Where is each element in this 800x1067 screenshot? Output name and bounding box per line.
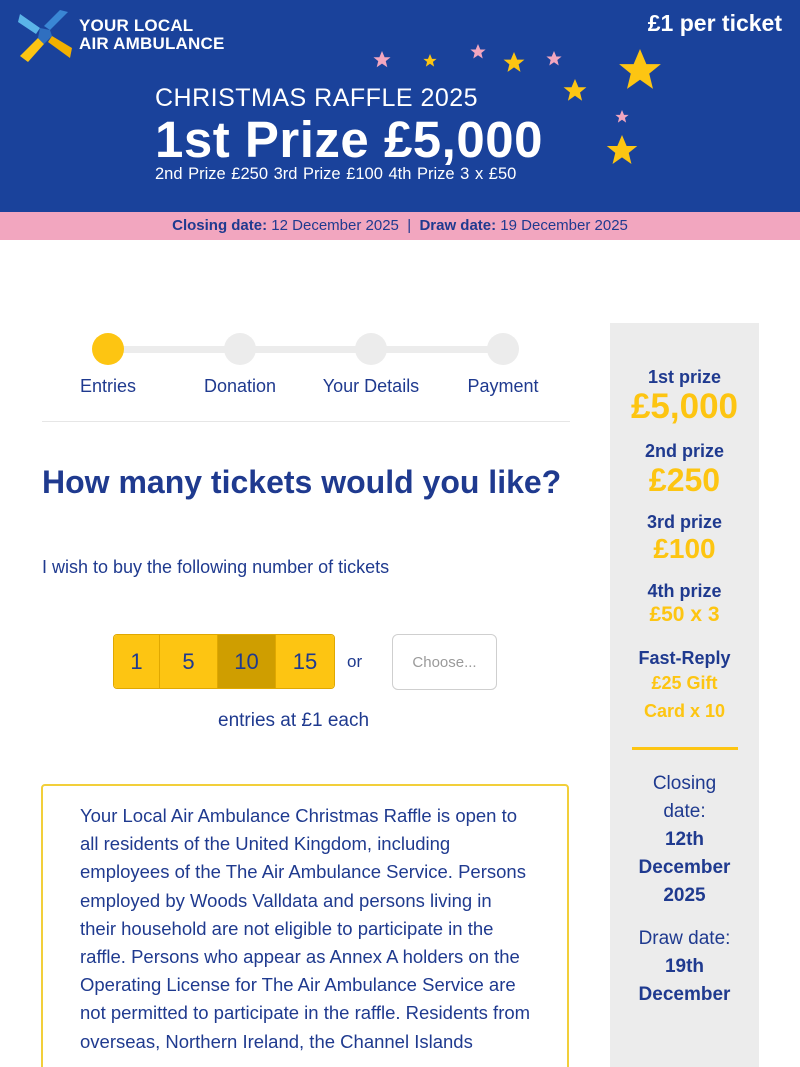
dates-separator: | bbox=[398, 217, 420, 234]
step-donation[interactable]: Donation bbox=[174, 333, 306, 397]
entries-price-note: entries at £1 each bbox=[218, 710, 370, 731]
or-text: or bbox=[347, 652, 363, 671]
step-payment[interactable]: Payment bbox=[437, 333, 569, 397]
tickets-question-heading: How many tickets would you like? bbox=[42, 464, 562, 500]
closing-date-value: 12th December 2025 bbox=[638, 829, 731, 906]
sidebar-divider bbox=[631, 747, 738, 750]
draw-date-value: 19 December 2025 bbox=[496, 217, 628, 234]
second-prize-label: 2nd prize bbox=[644, 441, 724, 461]
terms-box: Your Local Air Ambulance Christmas Raffl… bbox=[41, 784, 569, 1067]
step-label: Payment bbox=[467, 376, 539, 396]
fourth-prize-value: £50 x 3 bbox=[649, 603, 720, 626]
choose-quantity-select[interactable]: Choose... bbox=[392, 634, 497, 690]
third-prize-label: 3rd prize bbox=[646, 512, 723, 532]
step-label: Your Details bbox=[322, 376, 420, 396]
draw-date-label: Draw date: bbox=[638, 928, 731, 949]
first-prize-headline: 1st Prize £5,000 bbox=[155, 111, 543, 168]
ticket-price: £1 per ticket bbox=[647, 10, 782, 36]
quantity-1-button[interactable]: 1 bbox=[114, 635, 160, 688]
quantity-15-button[interactable]: 15 bbox=[276, 635, 334, 688]
step-dot bbox=[355, 333, 387, 365]
first-prize-value: £5,000 bbox=[630, 387, 739, 426]
raffle-title: CHRISTMAS RAFFLE 2025 bbox=[155, 84, 479, 112]
step-label: Donation bbox=[203, 376, 277, 396]
third-prize-value: £100 bbox=[653, 533, 716, 564]
fourth-prize-label: 4th prize bbox=[647, 581, 722, 601]
closing-date-value: 12 December 2025 bbox=[267, 217, 399, 234]
draw-date-label: Draw date: bbox=[419, 217, 497, 234]
dates-strip: Closing date: 12 December 2025 | Draw da… bbox=[0, 212, 800, 240]
ticket-quantity-group: 1 5 10 15 bbox=[113, 634, 335, 689]
step-your-details[interactable]: Your Details bbox=[305, 333, 437, 397]
step-dot-active bbox=[92, 333, 124, 365]
other-prizes-line: 2nd Prize £250 3rd Prize £100 4th Prize … bbox=[155, 165, 517, 183]
draw-date-value: 19th December bbox=[638, 956, 731, 1005]
tickets-instruction: I wish to buy the following number of ti… bbox=[42, 557, 390, 577]
progress-steps: Entries Donation Your Details Payment bbox=[42, 330, 570, 422]
fast-reply-value: £25 Gift Card x 10 bbox=[643, 673, 726, 721]
prize-sidebar: 1st prize £5,000 2nd prize £250 3rd priz… bbox=[610, 323, 759, 1067]
brand-name: YOUR LOCAL AIR AMBULANCE bbox=[79, 16, 225, 53]
second-prize-value: £250 bbox=[648, 462, 721, 498]
step-entries[interactable]: Entries bbox=[42, 333, 174, 397]
quantity-10-button[interactable]: 10 bbox=[218, 635, 276, 688]
step-label: Entries bbox=[79, 376, 137, 396]
fast-reply-label: Fast-Reply bbox=[638, 648, 731, 668]
header-banner: YOUR LOCAL AIR AMBULANCE £1 per ticket C… bbox=[0, 0, 800, 212]
step-dot bbox=[487, 333, 519, 365]
step-dot bbox=[224, 333, 256, 365]
closing-date-label: Closing date: bbox=[172, 217, 268, 234]
closing-date-label: Closing date: bbox=[652, 773, 717, 822]
air-ambulance-logo-icon[interactable] bbox=[16, 8, 72, 64]
first-prize-label: 1st prize bbox=[647, 367, 722, 387]
quantity-5-button[interactable]: 5 bbox=[160, 635, 218, 688]
